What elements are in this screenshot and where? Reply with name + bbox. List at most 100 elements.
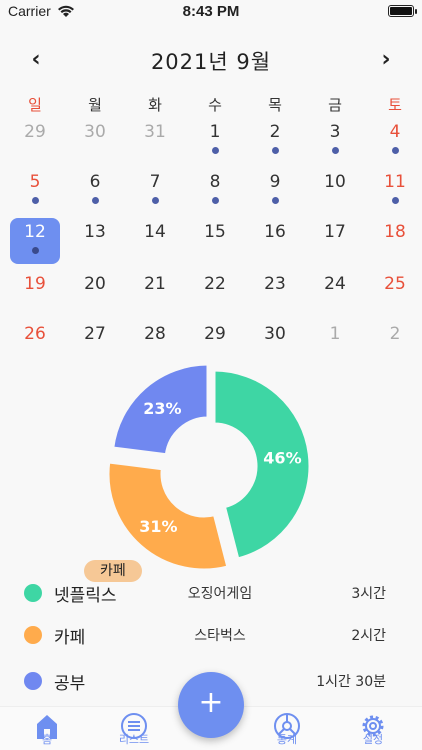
- day-number: 11: [384, 172, 406, 192]
- calendar-day[interactable]: 31: [130, 118, 180, 164]
- tab-stats[interactable]: 통계: [252, 711, 322, 750]
- calendar-day[interactable]: 22: [190, 270, 240, 316]
- pie-slice-label: 31%: [139, 517, 177, 536]
- day-number: 26: [24, 324, 46, 344]
- calendar-day[interactable]: 10: [310, 168, 360, 214]
- day-number: 17: [324, 222, 346, 242]
- day-number: 31: [144, 122, 166, 142]
- category-donut-chart: 46% 31% 23%: [106, 362, 312, 572]
- legend-detail: 오징어게임: [187, 586, 253, 602]
- day-number: 4: [389, 122, 401, 142]
- weekday-header: 일월화수목금토: [0, 94, 422, 116]
- day-number: 1: [209, 122, 221, 142]
- calendar-day[interactable]: 18: [370, 218, 420, 264]
- event-dot: [152, 197, 159, 204]
- pie-slice-label: 23%: [143, 399, 181, 418]
- day-number: 3: [329, 122, 341, 142]
- day-number: 13: [84, 222, 106, 242]
- tab-list-label: 리스트: [118, 733, 150, 746]
- month-title: 2021년 9월: [150, 50, 272, 74]
- day-number: 8: [209, 172, 221, 192]
- calendar-day[interactable]: 6: [70, 168, 120, 214]
- calendar-day[interactable]: 30: [70, 118, 120, 164]
- calendar-day[interactable]: 20: [70, 270, 120, 316]
- day-number: 29: [24, 122, 46, 142]
- calendar-day[interactable]: 2: [250, 118, 300, 164]
- calendar-day[interactable]: 21: [130, 270, 180, 316]
- day-number: 30: [84, 122, 106, 142]
- day-number: 6: [89, 172, 101, 192]
- calendar-day[interactable]: 3: [310, 118, 360, 164]
- day-number: 9: [269, 172, 281, 192]
- calendar-day[interactable]: 25: [370, 270, 420, 316]
- calendar-day[interactable]: 4: [370, 118, 420, 164]
- calendar-day[interactable]: 1: [190, 118, 240, 164]
- legend-category: 넷플릭스: [54, 586, 117, 606]
- next-month-button[interactable]: ›: [372, 46, 400, 74]
- legend-duration: 2시간: [351, 628, 386, 644]
- day-number: 14: [144, 222, 166, 242]
- calendar-day[interactable]: 2: [370, 320, 420, 366]
- day-number: 16: [264, 222, 286, 242]
- calendar-day[interactable]: 17: [310, 218, 360, 264]
- legend-row[interactable]: 넷플릭스 오징어게임 3시간: [0, 576, 422, 610]
- tab-settings[interactable]: 설정: [338, 711, 408, 750]
- day-number: 29: [204, 324, 226, 344]
- legend-duration: 3시간: [351, 586, 386, 602]
- day-number: 27: [84, 324, 106, 344]
- weekday-label: 목: [268, 96, 282, 114]
- calendar-day[interactable]: 9: [250, 168, 300, 214]
- weekday-label: 일: [28, 96, 42, 114]
- day-number: 2: [389, 324, 401, 344]
- weekday-label: 화: [148, 96, 162, 114]
- calendar-day[interactable]: 16: [250, 218, 300, 264]
- legend-row[interactable]: 카페 스타벅스 2시간: [0, 618, 422, 652]
- calendar-day[interactable]: 23: [250, 270, 300, 316]
- event-dot: [272, 147, 279, 154]
- calendar-day[interactable]: 30: [250, 320, 300, 366]
- calendar-day[interactable]: 29: [10, 118, 60, 164]
- month-header: ‹ 2021년 9월 ›: [0, 42, 422, 78]
- calendar-day[interactable]: 24: [310, 270, 360, 316]
- tab-home[interactable]: 홈: [12, 711, 82, 750]
- day-number: 24: [324, 274, 346, 294]
- calendar-day[interactable]: 5: [10, 168, 60, 214]
- calendar-day[interactable]: 27: [70, 320, 120, 366]
- calendar-day[interactable]: 26: [10, 320, 60, 366]
- battery-icon: [388, 5, 417, 17]
- calendar-day[interactable]: 7: [130, 168, 180, 214]
- event-dot: [392, 147, 399, 154]
- event-dot: [392, 197, 399, 204]
- day-number: 22: [204, 274, 226, 294]
- event-dot: [272, 197, 279, 204]
- day-number: 18: [384, 222, 406, 242]
- calendar-day-selected[interactable]: 12: [10, 218, 60, 264]
- event-dot: [212, 197, 219, 204]
- day-number: 30: [264, 324, 286, 344]
- calendar-day[interactable]: 28: [130, 320, 180, 366]
- status-bar: Carrier 8:43 PM: [0, 0, 422, 24]
- calendar-day[interactable]: 19: [10, 270, 60, 316]
- tab-list[interactable]: 리스트: [99, 711, 169, 750]
- calendar-day[interactable]: 1: [310, 320, 360, 366]
- calendar-day[interactable]: 15: [190, 218, 240, 264]
- legend-swatch: [24, 672, 42, 690]
- weekday-label: 월: [88, 96, 102, 114]
- day-number: 10: [324, 172, 346, 192]
- tab-settings-label: 설정: [362, 733, 384, 746]
- calendar-day[interactable]: 29: [190, 320, 240, 366]
- day-number: 28: [144, 324, 166, 344]
- calendar-day[interactable]: 13: [70, 218, 120, 264]
- calendar-day[interactable]: 14: [130, 218, 180, 264]
- legend-category: 공부: [54, 674, 86, 694]
- legend-category: 카페: [54, 628, 86, 648]
- day-number: 12: [24, 222, 46, 242]
- calendar-day[interactable]: 8: [190, 168, 240, 214]
- event-dot: [32, 247, 39, 254]
- event-dot: [92, 197, 99, 204]
- day-number: 1: [329, 324, 341, 344]
- add-button[interactable]: +: [178, 672, 244, 738]
- day-number: 20: [84, 274, 106, 294]
- calendar-day[interactable]: 11: [370, 168, 420, 214]
- tab-stats-label: 통계: [276, 733, 298, 746]
